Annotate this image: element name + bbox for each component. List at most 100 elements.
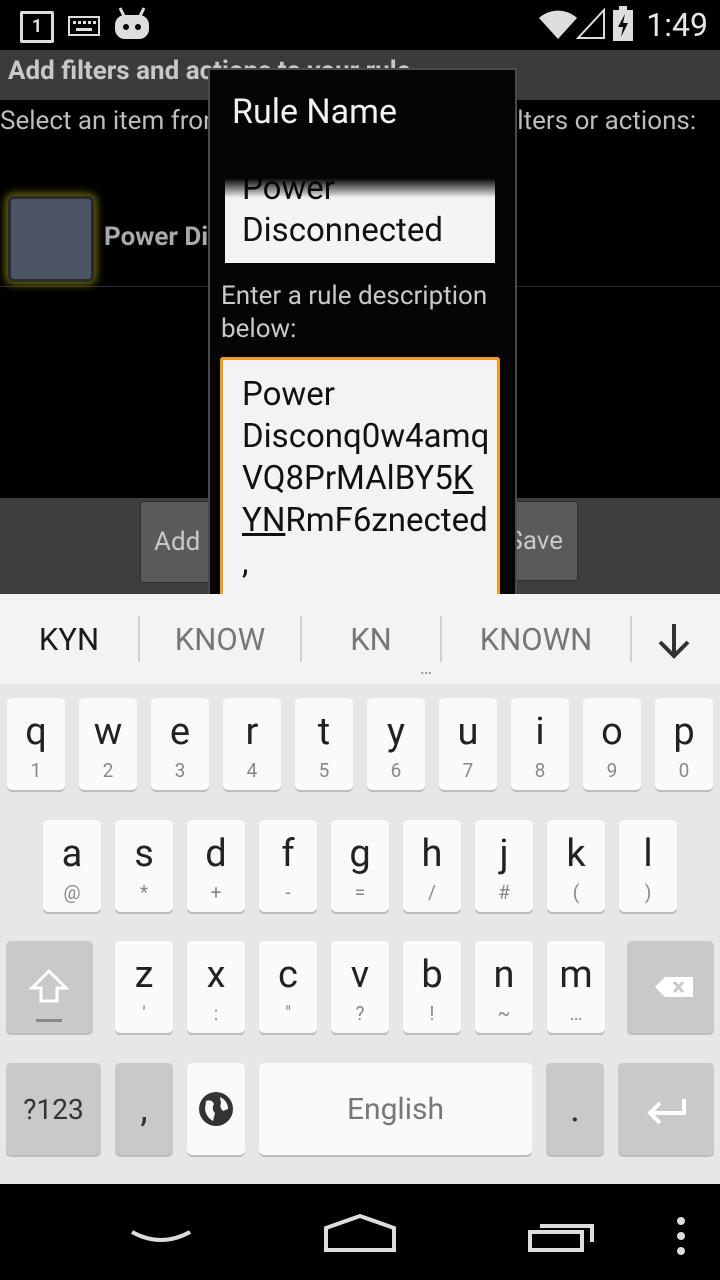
key-label: u — [457, 710, 479, 754]
clock: 1:49 — [646, 6, 708, 44]
key-label: f — [281, 832, 295, 876]
suggestion-2[interactable]: KNOW — [140, 594, 300, 684]
enter-key[interactable] — [618, 1063, 714, 1155]
key-l[interactable]: l) — [619, 820, 677, 912]
key-label: n — [493, 953, 515, 997]
key-hint: … — [569, 1002, 583, 1025]
key-hint: 2 — [102, 759, 114, 782]
key-label: w — [93, 710, 123, 754]
key-hint: ! — [429, 1002, 435, 1025]
symbols-key[interactable]: ?123 — [6, 1063, 101, 1155]
key-o[interactable]: o9 — [583, 698, 641, 790]
period-key[interactable]: . — [546, 1063, 604, 1155]
key-hint: ' — [142, 1002, 146, 1025]
suggestion-4[interactable]: KNOWN — [442, 594, 630, 684]
key-label: a — [61, 832, 83, 876]
key-label: b — [421, 953, 443, 997]
key-a[interactable]: a @ — [43, 820, 101, 912]
key-label: m — [559, 953, 593, 997]
key-label: g — [349, 832, 371, 876]
hide-keyboard-icon[interactable] — [648, 620, 700, 664]
shift-key[interactable] — [6, 941, 93, 1033]
key-hint: 8 — [534, 759, 546, 782]
key-y[interactable]: y6 — [367, 698, 425, 790]
key-hint: ( — [572, 881, 580, 904]
key-label: y — [387, 710, 405, 754]
key-p[interactable]: p0 — [655, 698, 713, 790]
key-hint: 5 — [318, 759, 330, 782]
key-w[interactable]: w2 — [79, 698, 137, 790]
enter-icon — [647, 1099, 686, 1125]
rule-thumbnail[interactable] — [8, 196, 94, 282]
back-icon[interactable] — [126, 1218, 196, 1258]
key-label: p — [673, 710, 695, 754]
space-key[interactable]: English — [259, 1063, 532, 1155]
shift-icon — [28, 968, 70, 1022]
key-h[interactable]: h / — [403, 820, 461, 912]
key-hint: 1 — [30, 759, 42, 782]
key-s[interactable]: s * — [115, 820, 173, 912]
battery-charging-icon — [612, 6, 634, 46]
key-j[interactable]: j # — [475, 820, 533, 912]
key-g[interactable]: g = — [331, 820, 389, 912]
key-hint: ~ — [497, 1002, 511, 1025]
key-hint: 9 — [606, 759, 618, 782]
key-label: t — [317, 710, 331, 754]
key-i[interactable]: i8 — [511, 698, 569, 790]
key-t[interactable]: t5 — [295, 698, 353, 790]
key-hint: " — [284, 1002, 292, 1025]
key-label: q — [25, 710, 47, 754]
home-icon[interactable] — [320, 1210, 400, 1260]
key-label: h — [421, 832, 443, 876]
backspace-icon — [655, 977, 693, 997]
comma-key[interactable]: , — [115, 1063, 173, 1155]
key-hint: 3 — [174, 759, 186, 782]
key-label: s — [134, 832, 154, 876]
key-u[interactable]: u7 — [439, 698, 497, 790]
key-c[interactable]: c " — [259, 941, 317, 1033]
key-hint: - — [285, 881, 291, 904]
key-label: v — [350, 953, 370, 997]
key-z[interactable]: z ' — [115, 941, 173, 1033]
suggestion-1[interactable]: KYN — [0, 594, 138, 684]
scroll-fade — [225, 178, 495, 198]
menu-icon[interactable] — [674, 1216, 688, 1260]
notification-1-icon: 1 — [20, 11, 54, 43]
key-d[interactable]: d + — [187, 820, 245, 912]
key-v[interactable]: v? — [331, 941, 389, 1033]
backspace-key[interactable] — [627, 941, 714, 1033]
key-f[interactable]: f- — [259, 820, 317, 912]
language-switch-key[interactable] — [187, 1063, 245, 1155]
key-e[interactable]: e3 — [151, 698, 209, 790]
keyboard-icon — [68, 16, 100, 40]
key-label: i — [535, 710, 545, 754]
more-suggestions-indicator[interactable]: … — [420, 658, 432, 679]
rule-description-value[interactable]: Power Disconq0w4amqVQ8PrMAlBY5KYNRmF6zne… — [242, 374, 492, 594]
key-hint: 4 — [246, 759, 258, 782]
key-hint: # — [498, 881, 510, 904]
key-hint: 0 — [678, 759, 690, 782]
key-label: e — [169, 710, 191, 754]
key-label: d — [205, 832, 227, 876]
key-hint: + — [210, 881, 222, 904]
key-n[interactable]: n ~ — [475, 941, 533, 1033]
key-label: o — [601, 710, 623, 754]
key-k[interactable]: k( — [547, 820, 605, 912]
key-label: c — [278, 953, 298, 997]
key-hint: 6 — [390, 759, 402, 782]
globe-icon — [199, 1092, 233, 1126]
key-b[interactable]: b! — [403, 941, 461, 1033]
key-label: x — [206, 953, 226, 997]
key-q[interactable]: q1 — [7, 698, 65, 790]
key-r[interactable]: r4 — [223, 698, 281, 790]
key-label: r — [245, 710, 259, 754]
key-m[interactable]: m… — [547, 941, 605, 1033]
recents-icon[interactable] — [526, 1214, 598, 1258]
signal-icon — [575, 7, 606, 44]
key-hint: = — [354, 881, 366, 904]
key-x[interactable]: x: — [187, 941, 245, 1033]
dialog-title: Rule Name — [232, 92, 398, 132]
wifi-icon — [538, 10, 578, 44]
status-bar: 1 1:49 — [0, 0, 720, 50]
key-hint: * — [139, 881, 149, 904]
